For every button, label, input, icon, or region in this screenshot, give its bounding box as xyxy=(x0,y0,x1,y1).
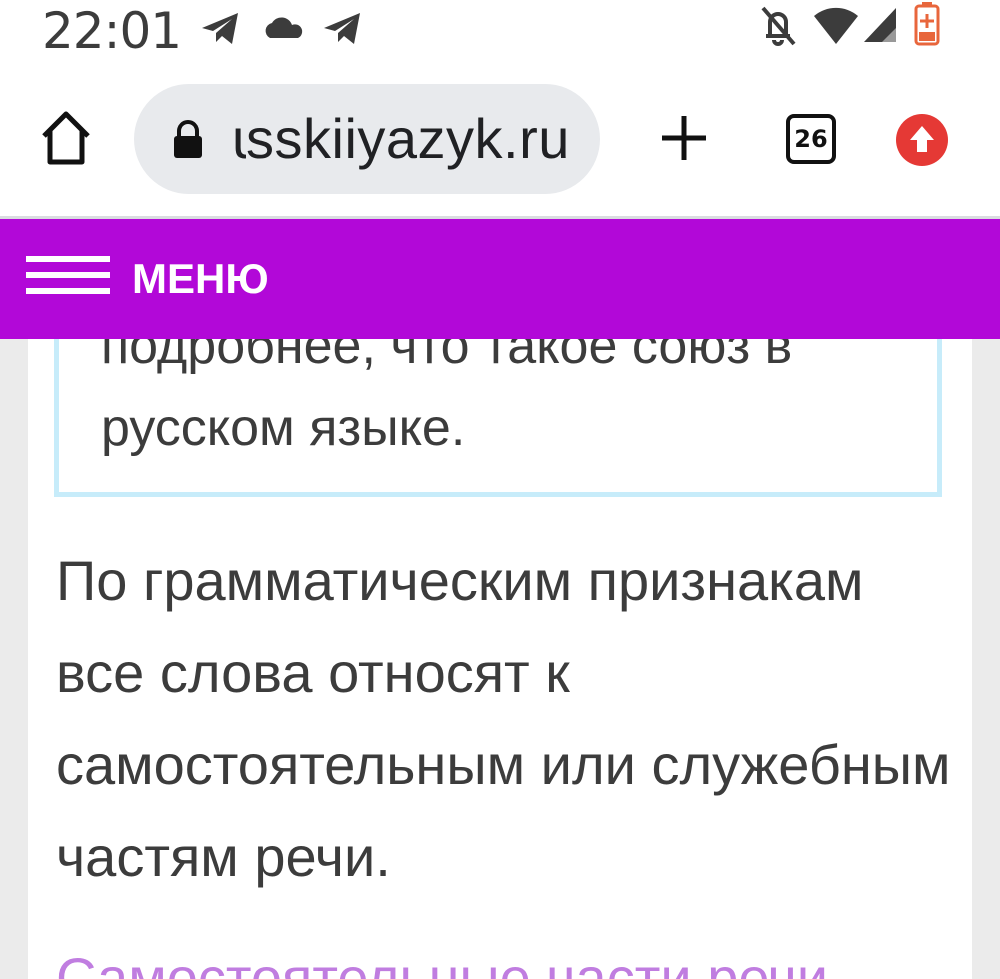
browser-toolbar: usskiiyazyk.ru 26 xyxy=(0,62,1000,218)
update-icon[interactable] xyxy=(896,114,948,166)
section-heading-link[interactable]: Самостоятельные части речи xyxy=(56,945,828,979)
article-paragraph: По грамматическим признакам все слова от… xyxy=(56,549,951,888)
url-bar[interactable]: usskiiyazyk.ru xyxy=(134,84,600,194)
status-right-icons xyxy=(761,2,940,46)
status-left-icons xyxy=(202,13,360,44)
status-time: 22:01 xyxy=(42,2,182,60)
url-text: usskiiyazyk.ru xyxy=(232,106,570,171)
menu-label[interactable]: МЕНЮ xyxy=(132,255,269,303)
tab-count: 26 xyxy=(794,125,828,153)
status-bar: 22:01 xyxy=(0,0,1000,62)
article-content: подробнее, что такое союз в русском язык… xyxy=(28,339,972,979)
url-visible: sskiiyazyk.ru xyxy=(246,107,570,170)
signal-icon xyxy=(864,8,896,42)
hamburger-icon[interactable] xyxy=(26,256,112,300)
telegram-icon xyxy=(324,13,360,44)
battery-charging-icon xyxy=(914,2,940,46)
info-box: подробнее, что такое союз в русском язык… xyxy=(54,339,942,497)
url-cut-prefix: u xyxy=(232,106,246,171)
site-menu-bar[interactable]: МЕНЮ xyxy=(0,219,1000,339)
info-box-line: русском языке. xyxy=(101,399,466,457)
wifi-icon xyxy=(814,7,858,45)
home-icon[interactable] xyxy=(38,108,94,168)
lock-icon xyxy=(174,120,202,158)
tabs-icon[interactable]: 26 xyxy=(786,114,836,164)
info-box-partial-line: подробнее, что такое союз в xyxy=(101,339,793,375)
cloud-icon xyxy=(265,17,303,38)
telegram-icon xyxy=(202,13,238,44)
plus-icon[interactable] xyxy=(658,112,710,164)
notifications-off-icon xyxy=(761,6,796,46)
